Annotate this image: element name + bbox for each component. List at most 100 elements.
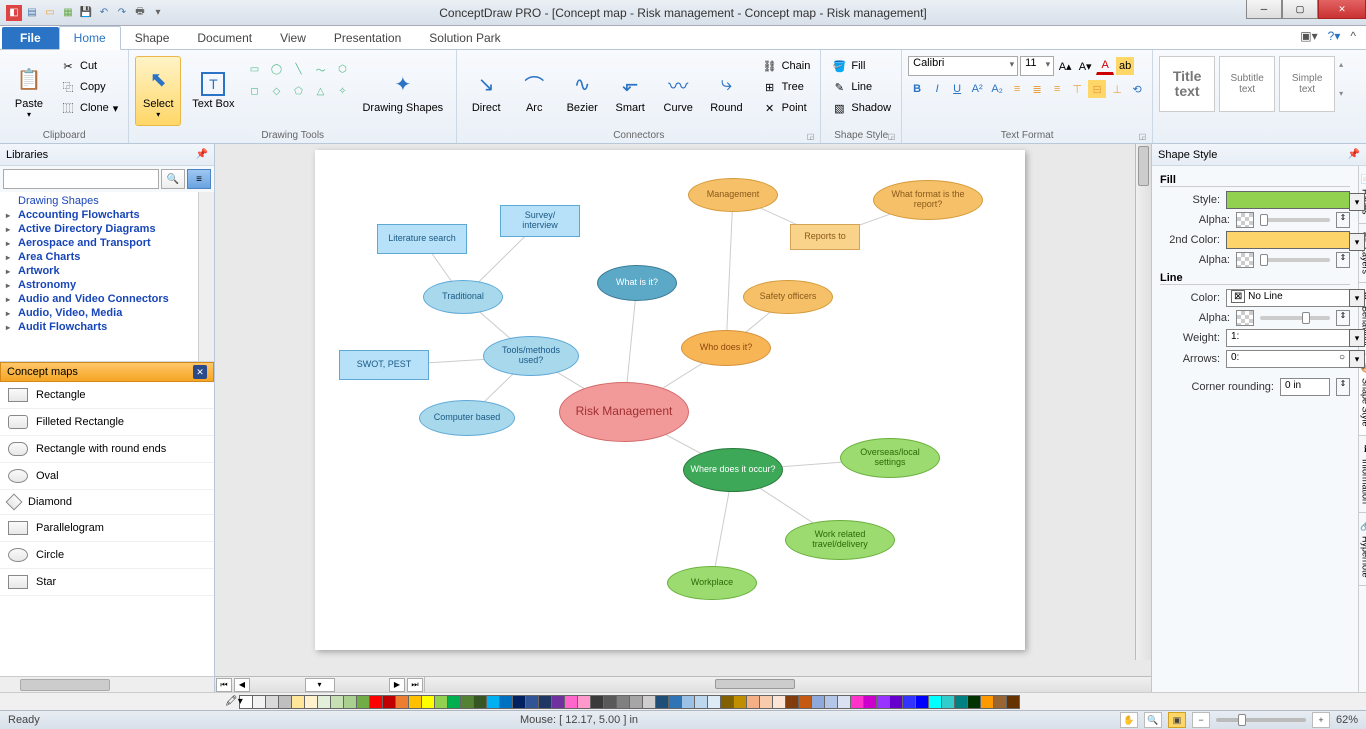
side-tab-information[interactable]: ℹInformation xyxy=(1359,436,1366,513)
color-swatch[interactable] xyxy=(252,695,266,709)
point-button[interactable]: ✕Point xyxy=(758,98,815,118)
prev-page-button[interactable]: ◀ xyxy=(234,678,250,692)
qat-grid-icon[interactable]: ▦ xyxy=(60,5,76,21)
font-color-button[interactable]: A xyxy=(1096,57,1114,75)
line-color-combo[interactable]: ⊠ No Line xyxy=(1226,289,1350,307)
clone-button[interactable]: ⿲Clone ▾ xyxy=(56,98,122,118)
color-swatch[interactable] xyxy=(1006,695,1020,709)
line-alpha-stepper[interactable]: ⇕ xyxy=(1336,310,1350,326)
second-alpha-pattern[interactable] xyxy=(1236,252,1254,268)
shadow-button[interactable]: ▧Shadow xyxy=(827,98,895,118)
select-button[interactable]: ⬉ Select▾ xyxy=(135,56,181,126)
left-panel-hscroll[interactable] xyxy=(0,676,214,692)
shape-palette-item[interactable]: Oval xyxy=(0,463,214,490)
color-swatch[interactable] xyxy=(655,695,669,709)
concept-node-tools[interactable]: Tools/methods used? xyxy=(483,336,579,376)
color-swatch[interactable] xyxy=(694,695,708,709)
color-swatch[interactable] xyxy=(447,695,461,709)
last-page-button[interactable]: ⏭ xyxy=(407,678,423,692)
font-family-combo[interactable]: Calibri xyxy=(908,56,1018,76)
shape-palette-item[interactable]: Circle xyxy=(0,542,214,569)
second-alpha-stepper[interactable]: ⇕ xyxy=(1336,252,1350,268)
theme-simple[interactable]: Simple text xyxy=(1279,56,1335,112)
theme-title[interactable]: Title text xyxy=(1159,56,1215,112)
color-swatch[interactable] xyxy=(863,695,877,709)
color-swatch[interactable] xyxy=(551,695,565,709)
cut-button[interactable]: ✂Cut xyxy=(56,56,122,76)
color-swatch[interactable] xyxy=(941,695,955,709)
close-button[interactable]: ✕ xyxy=(1318,0,1366,19)
shape-palette-item[interactable]: Star xyxy=(0,569,214,596)
concept-node-swot[interactable]: SWOT, PEST xyxy=(339,350,429,380)
color-swatch[interactable] xyxy=(408,695,422,709)
color-swatch[interactable] xyxy=(590,695,604,709)
color-picker-icon[interactable]: 🖍▾ xyxy=(225,696,245,707)
qat-save-icon[interactable]: 💾 xyxy=(78,5,94,21)
color-swatch[interactable] xyxy=(356,695,370,709)
superscript-button[interactable]: A² xyxy=(968,80,986,98)
page-selector-button[interactable]: ▾ xyxy=(305,678,335,692)
qat-undo-icon[interactable]: ↶ xyxy=(96,5,112,21)
dialog-launcher-icon[interactable]: ◲ xyxy=(807,132,815,141)
color-swatch[interactable] xyxy=(564,695,578,709)
concept-node-format[interactable]: What format is the report? xyxy=(873,180,983,220)
first-page-button[interactable]: ⏮ xyxy=(216,678,232,692)
qat-redo-icon[interactable]: ↷ xyxy=(114,5,130,21)
concept-node-where[interactable]: Where does it occur? xyxy=(683,448,783,492)
dialog-launcher-icon[interactable]: ◲ xyxy=(1139,132,1147,141)
drawing-page[interactable]: Literature searchSurvey/ interviewSWOT, … xyxy=(315,150,1025,650)
arc-button[interactable]: ⌒Arc xyxy=(511,56,557,126)
minimize-button[interactable]: ─ xyxy=(1246,0,1282,19)
textbox-button[interactable]: T Text Box xyxy=(185,56,241,126)
library-tree-item[interactable]: Audio, Video, Media xyxy=(0,306,214,320)
concept-node-who[interactable]: Who does it? xyxy=(681,330,771,366)
library-tree-item[interactable]: Accounting Flowcharts xyxy=(0,208,214,222)
corner-stepper[interactable]: ⇕ xyxy=(1336,378,1350,396)
side-tab-hypernote[interactable]: 🔗Hypernote xyxy=(1359,513,1366,587)
align-bottom-button[interactable]: ⊥ xyxy=(1108,80,1126,98)
color-swatch[interactable] xyxy=(967,695,981,709)
library-tree[interactable]: Drawing ShapesAccounting FlowchartsActiv… xyxy=(0,192,214,362)
shape-palette-item[interactable]: Filleted Rectangle xyxy=(0,409,214,436)
color-swatch[interactable] xyxy=(538,695,552,709)
italic-button[interactable]: I xyxy=(928,80,946,98)
help-icon[interactable]: ?▾ xyxy=(1328,29,1341,43)
color-swatch[interactable] xyxy=(824,695,838,709)
color-swatch[interactable] xyxy=(525,695,539,709)
concept-node-reports[interactable]: Reports to xyxy=(790,224,860,250)
color-swatch[interactable] xyxy=(837,695,851,709)
line-alpha-slider[interactable] xyxy=(1260,316,1330,320)
align-right-button[interactable]: ≡ xyxy=(1048,80,1066,98)
color-swatch[interactable] xyxy=(265,695,279,709)
highlight-button[interactable]: ab xyxy=(1116,57,1134,75)
concept-node-work[interactable]: Workplace xyxy=(667,566,757,600)
concept-node-what[interactable]: What is it? xyxy=(597,265,677,301)
color-swatch[interactable] xyxy=(668,695,682,709)
shape-palette-item[interactable]: Diamond xyxy=(0,490,214,515)
color-swatch[interactable] xyxy=(317,695,331,709)
search-button[interactable]: 🔍 xyxy=(161,169,185,189)
color-swatch[interactable] xyxy=(798,695,812,709)
chain-button[interactable]: ⛓Chain xyxy=(758,56,815,76)
theme-scroll-down[interactable]: ▾ xyxy=(1339,89,1343,98)
color-swatch[interactable] xyxy=(928,695,942,709)
shrink-font-button[interactable]: A▾ xyxy=(1076,57,1094,75)
qat-dropdown-icon[interactable]: ▾ xyxy=(150,5,166,21)
library-tree-item[interactable]: Audit Flowcharts xyxy=(0,320,214,334)
library-tree-item[interactable]: Active Directory Diagrams xyxy=(0,222,214,236)
line-button[interactable]: ✎Line xyxy=(827,77,895,97)
library-tree-item[interactable]: Drawing Shapes xyxy=(0,194,214,208)
align-left-button[interactable]: ≡ xyxy=(1008,80,1026,98)
second-color-combo[interactable] xyxy=(1226,231,1350,249)
concept-maps-header[interactable]: Concept maps ✕ xyxy=(0,362,214,382)
color-swatch[interactable] xyxy=(473,695,487,709)
concept-node-mgmt[interactable]: Management xyxy=(688,178,778,212)
align-center-button[interactable]: ≣ xyxy=(1028,80,1046,98)
concept-node-safety[interactable]: Safety officers xyxy=(743,280,833,314)
zoom-slider[interactable] xyxy=(1216,718,1306,722)
color-swatch[interactable] xyxy=(460,695,474,709)
shapes-list[interactable]: RectangleFilleted RectangleRectangle wit… xyxy=(0,382,214,676)
color-swatch[interactable] xyxy=(486,695,500,709)
pin-icon[interactable]: 📌 xyxy=(196,149,208,160)
horizontal-scrollbar[interactable] xyxy=(425,677,1151,692)
